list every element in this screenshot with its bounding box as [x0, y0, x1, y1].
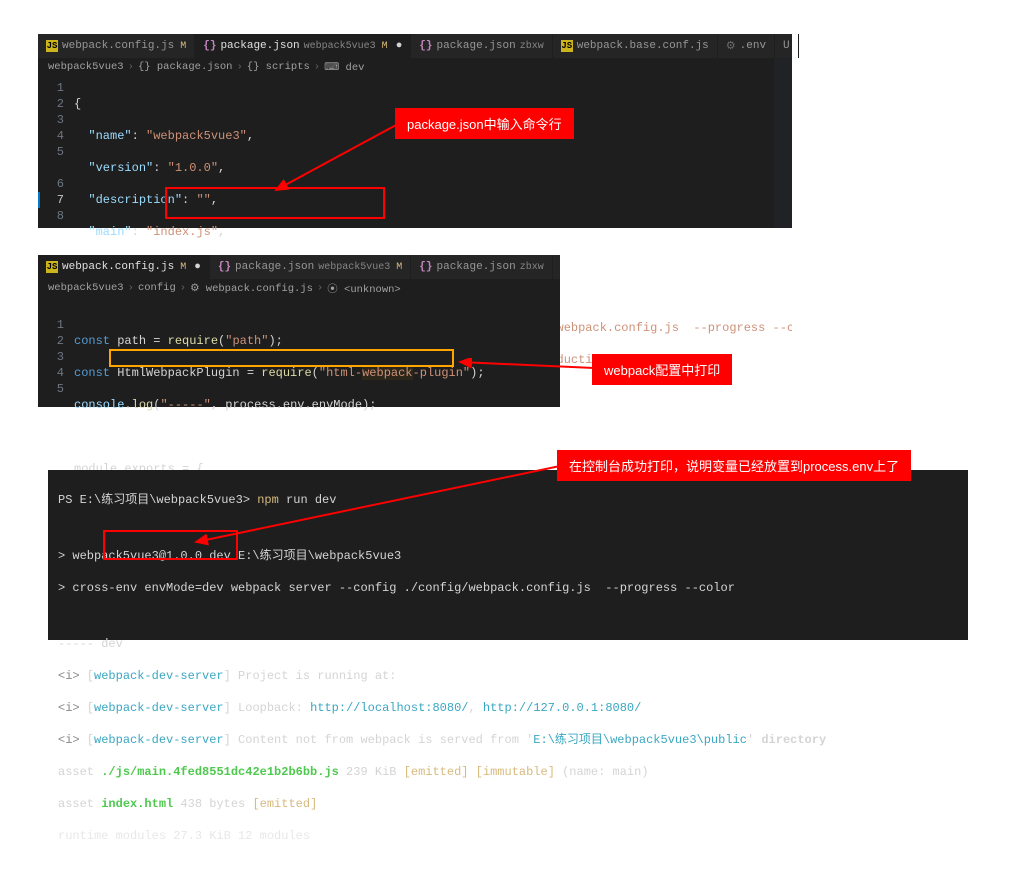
annotation-text: package.json中输入命令行 — [407, 114, 562, 133]
breadcrumb-item[interactable]: {} scripts — [247, 61, 310, 73]
tab-label: package.json — [235, 261, 314, 273]
tab-label: webpack.config.js — [62, 40, 174, 52]
dirty-dot-icon[interactable]: ● — [396, 40, 403, 52]
tab-label: U — [783, 40, 790, 52]
js-icon: JS — [46, 261, 58, 273]
breadcrumb-item[interactable]: ⌨ dev — [324, 61, 364, 74]
tab-label: webpack.config.js — [62, 261, 174, 273]
active-line-indicator — [38, 192, 40, 208]
annotation-box-3: 在控制台成功打印，说明变量已经放置到process.env上了 — [557, 450, 911, 481]
json-icon: {} — [203, 40, 216, 52]
annotation-text: webpack配置中打印 — [604, 360, 720, 379]
tab-label: .env — [740, 40, 766, 52]
tab-package-json-2[interactable]: {} package.json zbxw — [411, 255, 552, 279]
tab-package-json-active[interactable]: {} package.json webpack5vue3 M ● — [195, 34, 411, 58]
tab-env[interactable]: ⚙ .env — [718, 34, 775, 58]
terminal-output[interactable]: PS E:\练习项目\webpack5vue3> npm run dev > w… — [48, 470, 968, 882]
terminal-pane[interactable]: PS E:\练习项目\webpack5vue3> npm run dev > w… — [48, 470, 968, 640]
breadcrumb-bar[interactable]: webpack5vue3› config› ⚙ webpack.config.j… — [38, 279, 560, 297]
tab-subpath: webpack5vue3 — [304, 41, 376, 52]
modified-indicator: M — [396, 262, 402, 273]
annotation-box-2: webpack配置中打印 — [592, 354, 732, 385]
tab-package-json[interactable]: {} package.json webpack5vue3 M — [210, 255, 411, 279]
json-icon: {} — [419, 40, 432, 52]
tab-label: package.json — [437, 40, 516, 52]
gear-icon: ⚙ — [726, 39, 736, 53]
tab-label: package.json — [437, 261, 516, 273]
tab-bar: JS webpack.config.js M ● {} package.json… — [38, 255, 560, 279]
tab-label: package.json — [220, 40, 299, 52]
breadcrumb-item[interactable]: config — [138, 282, 176, 294]
modified-indicator: M — [180, 262, 186, 273]
breadcrumb-item[interactable]: webpack5vue3 — [48, 282, 124, 294]
breadcrumb-item[interactable]: ⦿ <unknown> — [327, 281, 401, 296]
breadcrumb-bar[interactable]: webpack5vue3› {} package.json› {} script… — [38, 58, 792, 76]
tab-bar: JS webpack.config.js M {} package.json w… — [38, 34, 792, 58]
tab-u[interactable]: U — [775, 34, 799, 58]
json-icon: {} — [419, 261, 432, 273]
breadcrumb-item[interactable]: webpack5vue3 — [48, 61, 124, 73]
editor-pane-webpack-config: JS webpack.config.js M ● {} package.json… — [38, 255, 560, 407]
tab-package-json-2[interactable]: {} package.json zbxw — [411, 34, 552, 58]
js-icon: JS — [561, 40, 573, 52]
annotation-text: 在控制台成功打印，说明变量已经放置到process.env上了 — [569, 456, 899, 475]
modified-indicator: M — [382, 41, 388, 52]
breadcrumb-item[interactable]: ⚙ webpack.config.js — [190, 282, 313, 295]
tab-subpath: zbxw — [520, 41, 544, 52]
tab-webpack-config[interactable]: JS webpack.config.js M — [38, 34, 195, 58]
js-icon: JS — [46, 40, 58, 52]
tab-webpack-base[interactable]: JS webpack.base.conf.js — [553, 34, 718, 58]
breadcrumb-item[interactable]: {} package.json — [138, 61, 233, 73]
minimap[interactable] — [774, 58, 792, 228]
tab-subpath: webpack5vue3 — [318, 262, 390, 273]
json-icon: {} — [218, 261, 231, 273]
annotation-box-1: package.json中输入命令行 — [395, 108, 574, 139]
dirty-dot-icon[interactable]: ● — [194, 261, 201, 273]
tab-label: webpack.base.conf.js — [577, 40, 709, 52]
modified-indicator: M — [180, 41, 186, 52]
tab-subpath: zbxw — [520, 262, 544, 273]
tab-webpack-config-active[interactable]: JS webpack.config.js M ● — [38, 255, 210, 279]
